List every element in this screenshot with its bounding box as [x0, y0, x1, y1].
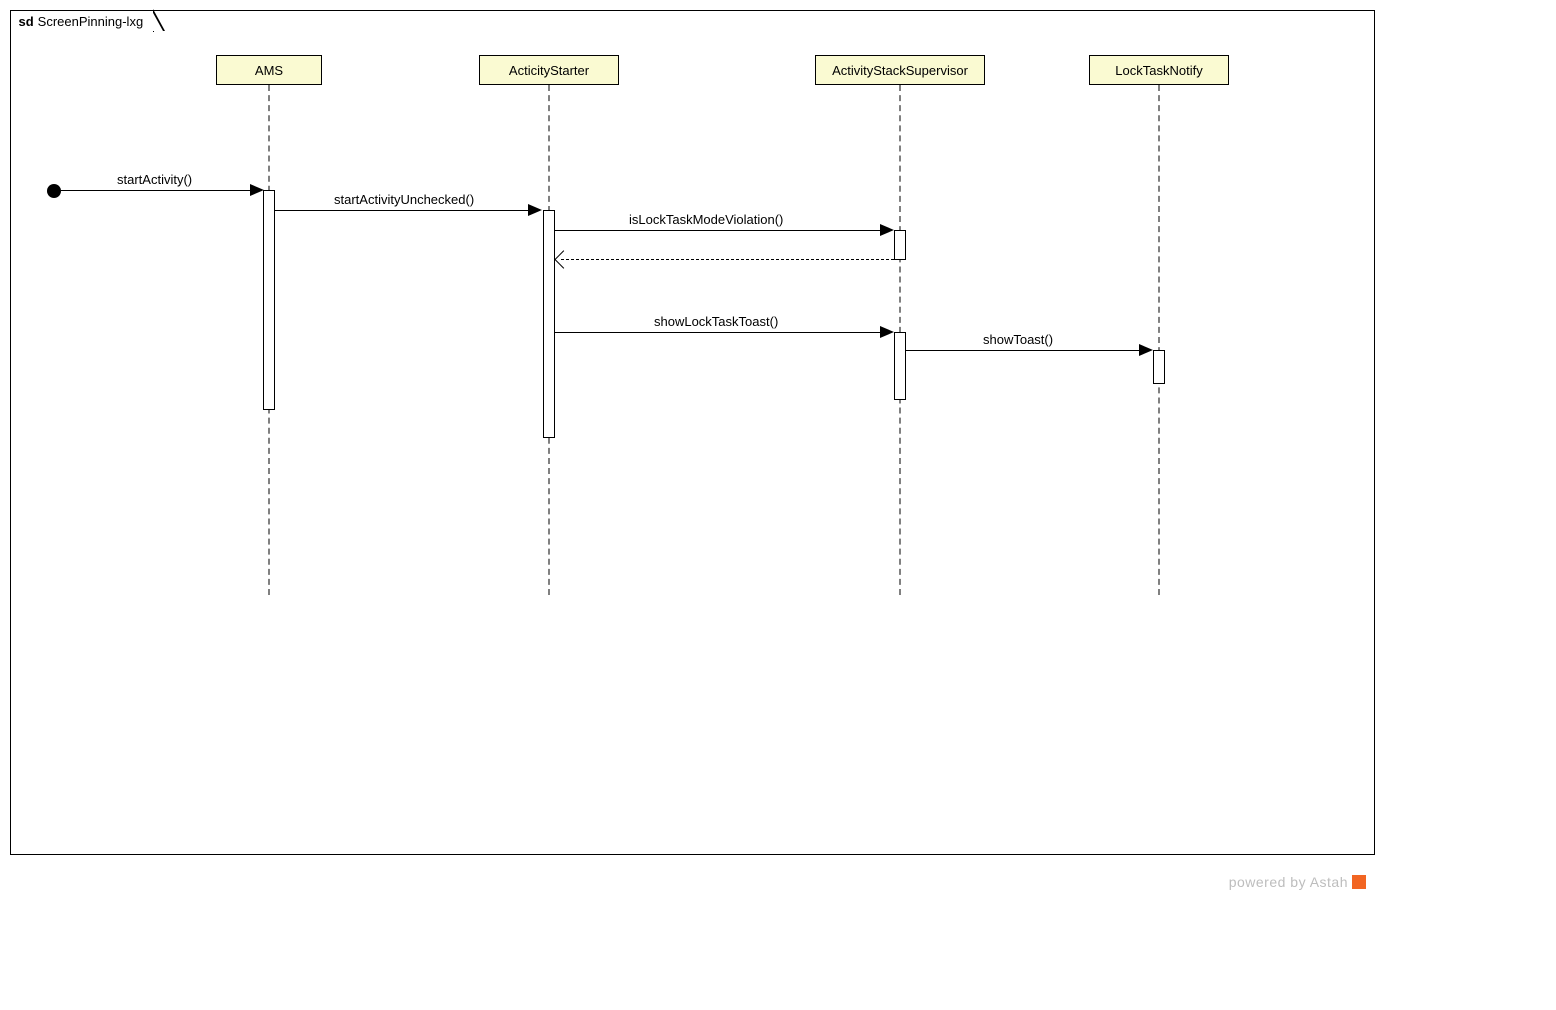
lifeline-starter: ActicityStarter — [479, 55, 619, 85]
msg-showToast-label: showToast() — [983, 332, 1053, 347]
diagram-canvas: sd ScreenPinning-lxg AMS ActicityStarter… — [0, 0, 1556, 1010]
msg-startActivity-label: startActivity() — [117, 172, 192, 187]
activation-supervisor-2 — [894, 332, 906, 400]
activation-starter — [543, 210, 555, 438]
msg-isLockTaskModeViolation-line — [555, 230, 887, 231]
lifeline-label: ActicityStarter — [509, 63, 589, 78]
frame-prefix: sd — [19, 14, 34, 29]
found-message-dot — [47, 184, 61, 198]
arrow-icon — [1139, 344, 1153, 356]
lifeline-label: LockTaskNotify — [1115, 63, 1202, 78]
frame-name: ScreenPinning-lxg — [38, 14, 144, 29]
lifeline-supervisor: ActivityStackSupervisor — [815, 55, 985, 85]
sequence-frame: sd ScreenPinning-lxg — [10, 10, 1375, 855]
lifeline-label: AMS — [255, 63, 283, 78]
msg-startActivityUnchecked-label: startActivityUnchecked() — [334, 192, 474, 207]
lifeline-ams: AMS — [216, 55, 322, 85]
lifeline-dash-notify — [1158, 85, 1160, 595]
arrow-icon — [880, 326, 894, 338]
watermark: powered by Astah — [1229, 874, 1366, 890]
astah-logo-icon — [1352, 875, 1366, 889]
activation-notify — [1153, 350, 1165, 384]
msg-isLockTaskModeViolation-label: isLockTaskModeViolation() — [629, 212, 783, 227]
lifeline-notify: LockTaskNotify — [1089, 55, 1229, 85]
arrow-icon — [250, 184, 264, 196]
msg-startActivity-line — [61, 190, 258, 191]
msg-showLockTaskToast-line — [555, 332, 887, 333]
msg-startActivityUnchecked-line — [275, 210, 535, 211]
msg-return-line — [561, 259, 894, 260]
watermark-text: powered by Astah — [1229, 874, 1348, 890]
arrow-icon — [528, 204, 542, 216]
msg-showLockTaskToast-label: showLockTaskToast() — [654, 314, 778, 329]
activation-ams — [263, 190, 275, 410]
lifeline-label: ActivityStackSupervisor — [832, 63, 968, 78]
activation-supervisor-1 — [894, 230, 906, 260]
arrow-icon — [880, 224, 894, 236]
frame-tab: sd ScreenPinning-lxg — [10, 10, 155, 32]
msg-showToast-line — [906, 350, 1145, 351]
